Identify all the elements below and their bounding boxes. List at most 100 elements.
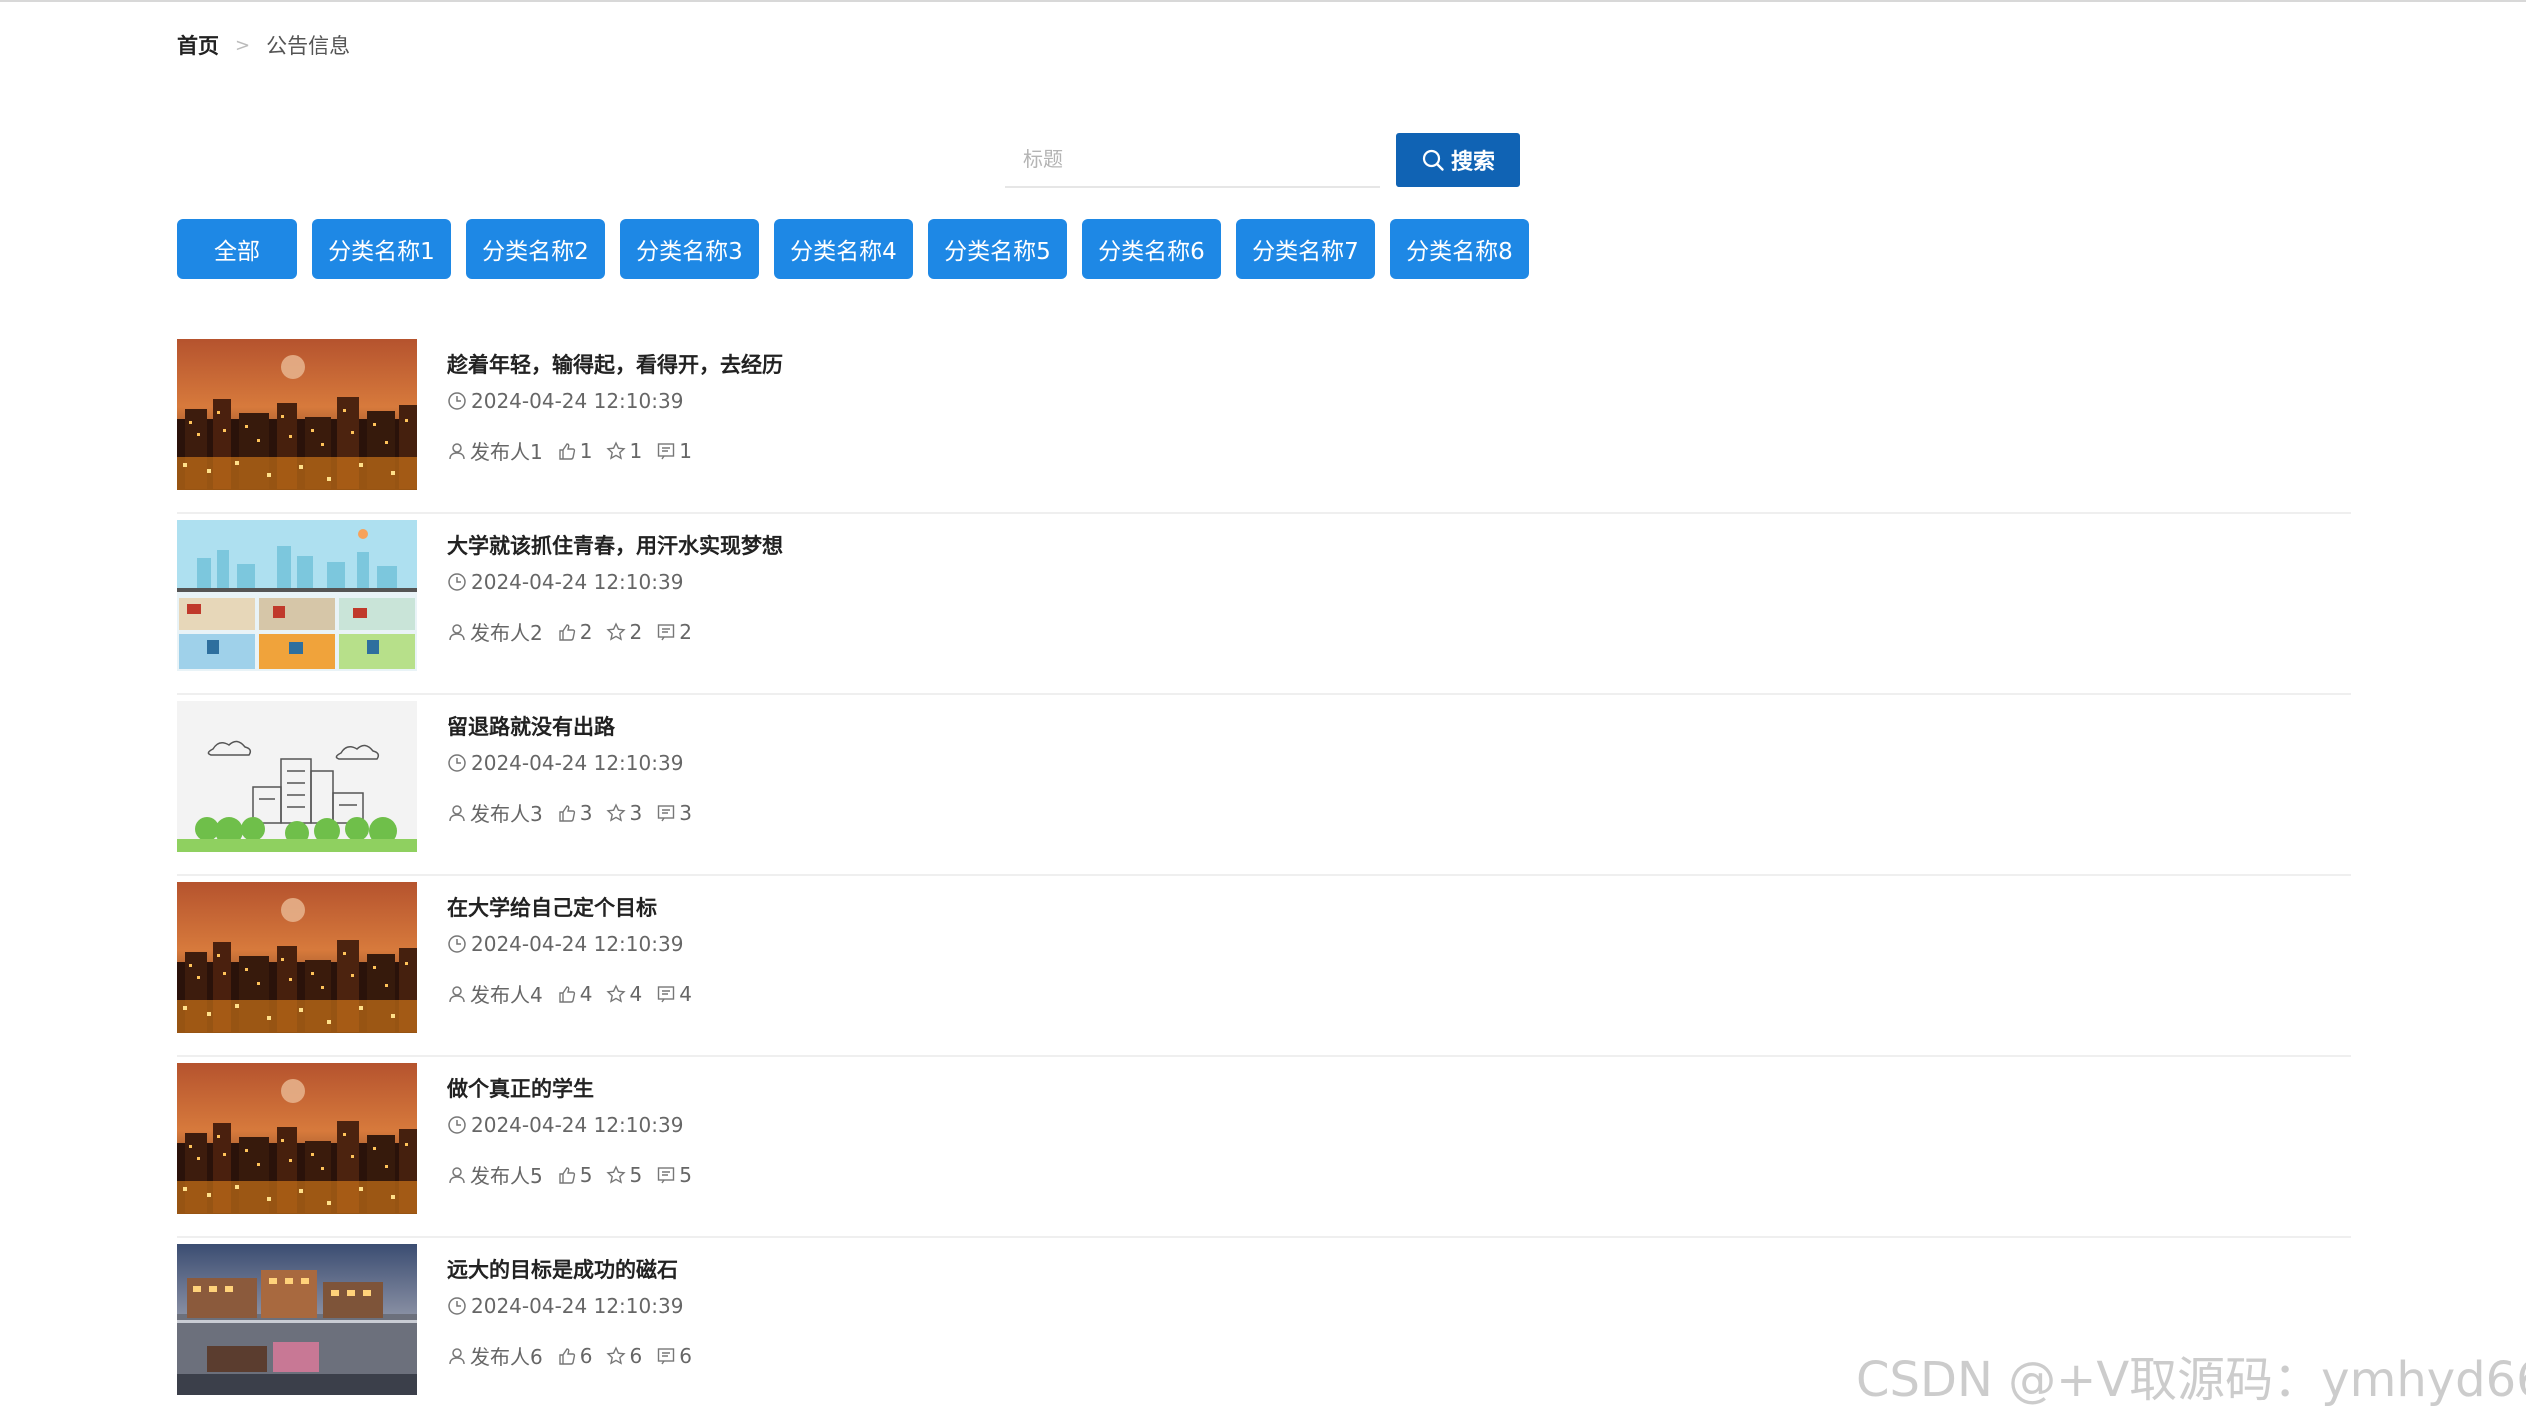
item-thumbnail[interactable]: [177, 1244, 417, 1395]
user-icon: [449, 804, 465, 821]
item-likes: 5: [579, 1162, 593, 1187]
item-author: 发布人1: [470, 440, 543, 464]
item-likes: 2: [579, 619, 593, 644]
item-title[interactable]: 大学就该抓住青春，用汗水实现梦想: [447, 530, 783, 560]
item-author: 发布人5: [470, 1164, 543, 1188]
star-icon[interactable]: [606, 1164, 627, 1185]
item-likes: 6: [579, 1343, 593, 1368]
category-6[interactable]: 分类名称6: [1082, 219, 1221, 279]
announcement-list: 趁着年轻，输得起，看得开，去经历 2024-04-24 12:10:39 发布人…: [177, 333, 2351, 1413]
user-icon: [449, 623, 465, 640]
item-thumbnail[interactable]: [177, 520, 417, 671]
item-meta: 发布人6 6 6 6: [447, 1341, 706, 1370]
clock-icon: [448, 392, 466, 410]
title-search-input[interactable]: [1005, 132, 1380, 188]
item-favorites: 3: [629, 800, 643, 825]
list-item: 做个真正的学生 2024-04-24 12:10:39 发布人5 5 5 5: [177, 1057, 2351, 1238]
search-bar: 搜索: [1005, 132, 1520, 188]
thumbs-up-icon[interactable]: [557, 984, 577, 1004]
comment-icon[interactable]: [656, 803, 676, 823]
item-title[interactable]: 趁着年轻，输得起，看得开，去经历: [447, 349, 783, 379]
user-icon: [449, 1347, 465, 1364]
comment-icon[interactable]: [656, 1346, 676, 1366]
search-button-label: 搜索: [1450, 150, 1495, 175]
item-favorites: 5: [629, 1162, 643, 1187]
user-icon: [449, 1166, 465, 1183]
item-comments: 6: [679, 1343, 692, 1368]
item-thumbnail[interactable]: [177, 882, 417, 1033]
category-filter: 全部 分类名称1 分类名称2 分类名称3 分类名称4 分类名称5 分类名称6 分…: [177, 219, 1529, 279]
item-date-text: 2024-04-24 12:10:39: [471, 932, 684, 956]
thumbs-up-icon[interactable]: [557, 1165, 577, 1185]
search-icon: [1422, 149, 1444, 171]
list-item: 留退路就没有出路 2024-04-24 12:10:39 发布人3 3 3 3: [177, 695, 2351, 876]
clock-icon: [448, 1297, 466, 1315]
breadcrumb-separator: >: [235, 34, 251, 56]
list-item: 在大学给自己定个目标 2024-04-24 12:10:39 发布人4 4 4 …: [177, 876, 2351, 1057]
star-icon[interactable]: [606, 983, 627, 1004]
comment-icon[interactable]: [656, 1165, 676, 1185]
thumbs-up-icon[interactable]: [557, 1346, 577, 1366]
clock-icon: [448, 573, 466, 591]
star-icon[interactable]: [606, 621, 627, 642]
star-icon[interactable]: [606, 440, 627, 461]
category-7[interactable]: 分类名称7: [1236, 219, 1375, 279]
item-date-text: 2024-04-24 12:10:39: [471, 1294, 684, 1318]
item-date: 2024-04-24 12:10:39: [447, 389, 683, 413]
item-likes: 3: [579, 800, 593, 825]
item-title[interactable]: 做个真正的学生: [447, 1073, 594, 1103]
item-date-text: 2024-04-24 12:10:39: [471, 389, 684, 413]
item-title[interactable]: 远大的目标是成功的磁石: [447, 1254, 678, 1284]
user-icon: [449, 985, 465, 1002]
breadcrumb-home-link[interactable]: 首页: [177, 30, 219, 60]
item-likes: 4: [579, 981, 593, 1006]
breadcrumb-current: 公告信息: [266, 34, 351, 58]
item-likes: 1: [579, 438, 593, 463]
item-thumbnail[interactable]: [177, 1063, 417, 1214]
item-date-text: 2024-04-24 12:10:39: [471, 751, 684, 775]
item-favorites: 6: [629, 1343, 643, 1368]
thumbs-up-icon[interactable]: [557, 803, 577, 823]
item-date: 2024-04-24 12:10:39: [447, 1294, 683, 1318]
item-date-text: 2024-04-24 12:10:39: [471, 1113, 684, 1137]
comment-icon[interactable]: [656, 441, 676, 461]
item-title[interactable]: 留退路就没有出路: [447, 711, 615, 741]
item-comments: 5: [679, 1162, 692, 1187]
item-favorites: 2: [629, 619, 643, 644]
thumbs-up-icon[interactable]: [557, 441, 577, 461]
item-meta: 发布人3 3 3 3: [447, 798, 706, 827]
item-meta: 发布人4 4 4 4: [447, 979, 706, 1008]
clock-icon: [448, 935, 466, 953]
item-thumbnail[interactable]: [177, 339, 417, 490]
item-date-text: 2024-04-24 12:10:39: [471, 570, 684, 594]
category-4[interactable]: 分类名称4: [774, 219, 913, 279]
category-all[interactable]: 全部: [177, 219, 297, 279]
category-2[interactable]: 分类名称2: [466, 219, 605, 279]
item-comments: 4: [679, 981, 692, 1006]
category-3[interactable]: 分类名称3: [620, 219, 759, 279]
item-author: 发布人3: [470, 802, 543, 826]
clock-icon: [448, 1116, 466, 1134]
user-icon: [449, 442, 465, 459]
item-title[interactable]: 在大学给自己定个目标: [447, 892, 657, 922]
item-comments: 2: [679, 619, 692, 644]
comment-icon[interactable]: [656, 622, 676, 642]
item-comments: 3: [679, 800, 692, 825]
item-thumbnail[interactable]: [177, 701, 417, 852]
category-5[interactable]: 分类名称5: [928, 219, 1067, 279]
item-meta: 发布人2 2 2 2: [447, 617, 706, 646]
list-item: 趁着年轻，输得起，看得开，去经历 2024-04-24 12:10:39 发布人…: [177, 333, 2351, 514]
category-1[interactable]: 分类名称1: [312, 219, 451, 279]
star-icon[interactable]: [606, 1345, 627, 1366]
comment-icon[interactable]: [656, 984, 676, 1004]
category-8[interactable]: 分类名称8: [1390, 219, 1529, 279]
list-item: 大学就该抓住青春，用汗水实现梦想 2024-04-24 12:10:39 发布人…: [177, 514, 2351, 695]
item-meta: 发布人1 1 1 1: [447, 436, 706, 465]
watermark: CSDN @+V取源码：ymhyd666: [1856, 1352, 2526, 1408]
search-button[interactable]: 搜索: [1396, 133, 1520, 187]
thumbs-up-icon[interactable]: [557, 622, 577, 642]
item-date: 2024-04-24 12:10:39: [447, 570, 683, 594]
item-favorites: 1: [629, 438, 643, 463]
star-icon[interactable]: [606, 802, 627, 823]
top-border: [0, 0, 2526, 2]
